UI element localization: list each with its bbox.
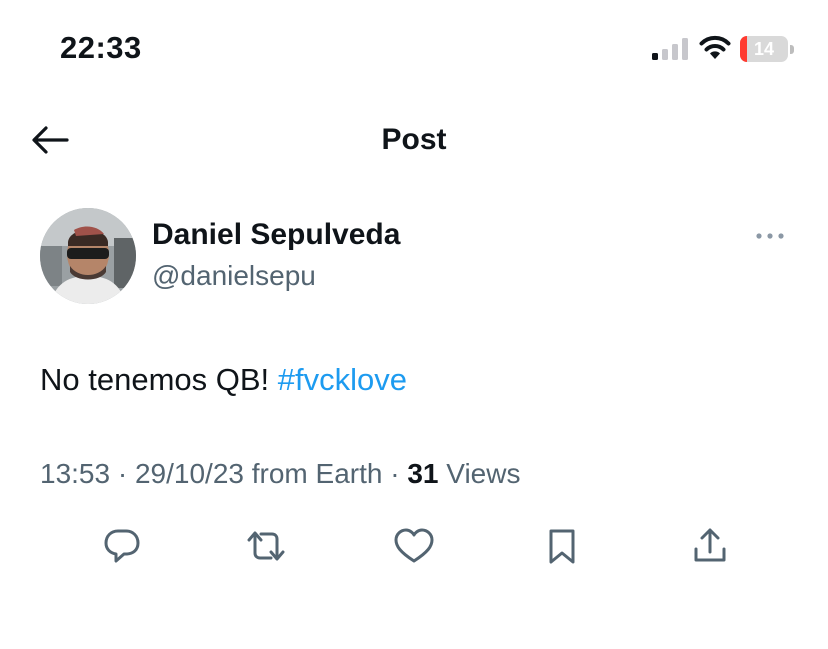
post-source: from Earth xyxy=(251,458,383,489)
status-time: 22:33 xyxy=(60,30,142,65)
reply-button[interactable] xyxy=(100,526,144,566)
repost-button[interactable] xyxy=(244,526,288,566)
author-handle[interactable]: @danielsepu xyxy=(152,260,316,292)
bookmark-icon xyxy=(549,529,575,564)
post-meta: 13:53 · 29/10/23 from Earth · 31 Views xyxy=(40,458,520,490)
battery-icon: 14 xyxy=(740,36,794,62)
views-label[interactable]: Views xyxy=(446,458,520,489)
avatar[interactable] xyxy=(40,208,136,304)
post-text: No tenemos QB! #fvcklove xyxy=(40,362,407,398)
hashtag-link[interactable]: #fvcklove xyxy=(278,362,407,397)
view-count: 31 xyxy=(407,458,439,489)
share-button[interactable] xyxy=(688,526,732,566)
reply-icon xyxy=(104,529,140,563)
signal-icon xyxy=(652,38,688,60)
like-button[interactable] xyxy=(392,526,436,566)
wifi-icon xyxy=(699,35,731,59)
post-time: 13:53 xyxy=(40,458,111,489)
bookmark-button[interactable] xyxy=(540,526,584,566)
author-name[interactable]: Daniel Sepulveda xyxy=(152,218,400,252)
back-arrow-icon xyxy=(32,126,69,154)
battery-body: 14 xyxy=(740,36,788,62)
meta-separator: · xyxy=(110,458,135,489)
post-date: 29/10/23 xyxy=(134,458,244,489)
share-icon xyxy=(694,528,726,562)
page-title: Post xyxy=(381,123,447,156)
more-options-button[interactable] xyxy=(750,222,790,250)
meta-separator-2: · xyxy=(382,458,408,489)
post-header: Post xyxy=(0,110,828,170)
like-icon xyxy=(394,528,434,563)
avatar-photo xyxy=(40,208,136,304)
back-button[interactable] xyxy=(28,122,72,158)
status-bar: 22:33 14 xyxy=(0,0,828,100)
battery-nub xyxy=(790,45,794,54)
more-options-icon xyxy=(756,233,784,239)
repost-icon xyxy=(247,531,285,561)
battery-percentage: 14 xyxy=(753,39,775,59)
post-body: No tenemos QB! xyxy=(40,362,278,397)
